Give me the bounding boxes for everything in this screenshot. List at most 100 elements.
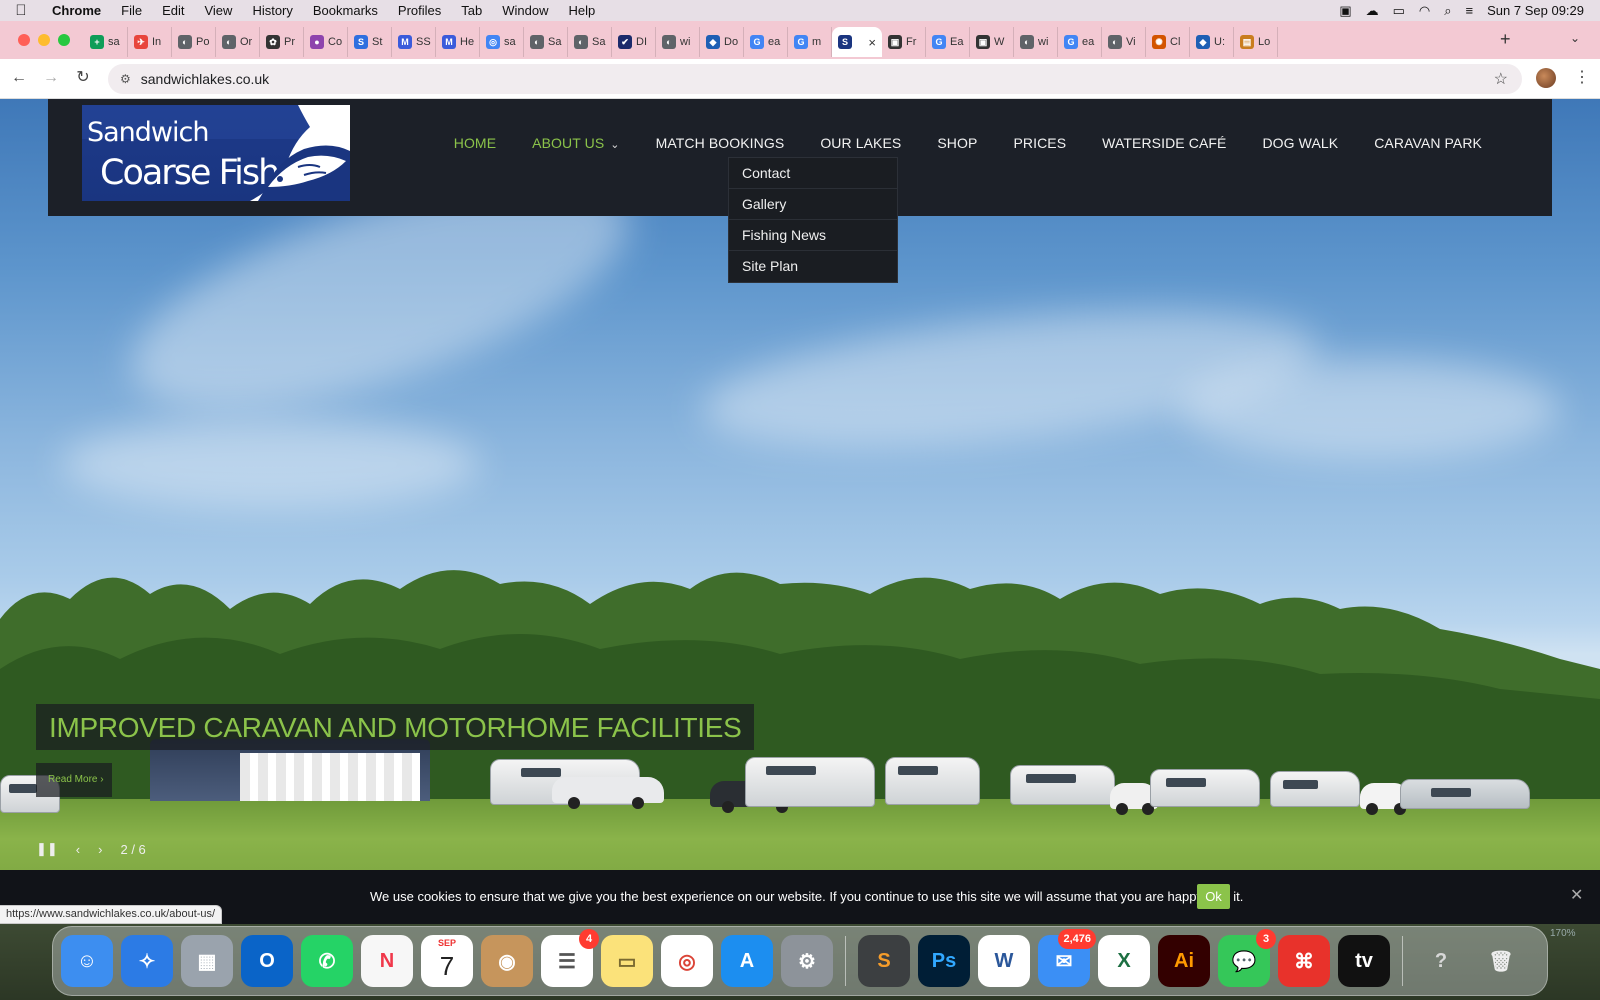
nav-about-us[interactable]: ABOUT US ⌄ — [514, 135, 637, 151]
menubar-window[interactable]: Window — [492, 3, 558, 18]
browser-tab[interactable]: ◐ wi — [656, 27, 700, 57]
menubar-file[interactable]: File — [111, 3, 152, 18]
dock-word-icon[interactable]: W — [978, 935, 1030, 987]
dock-reminders-icon[interactable]: ☰ 4 — [541, 929, 599, 987]
back-arrow-icon[interactable]: ← — [8, 67, 30, 89]
browser-tab[interactable]: ✺ Cl — [1146, 27, 1190, 57]
browser-tab[interactable]: ◐ Or — [216, 27, 260, 57]
browser-tab[interactable]: Gea — [1058, 27, 1102, 57]
dock-contacts-icon[interactable]: ◉ — [481, 935, 533, 987]
reload-icon[interactable]: ↻ — [72, 67, 94, 89]
browser-tab[interactable]: ◎ sa — [480, 27, 524, 57]
address-bar[interactable]: ⚙ sandwichlakes.co.uk ☆ — [108, 64, 1522, 94]
dock-app-store-icon[interactable]: A — [721, 935, 773, 987]
menubar-edit[interactable]: Edit — [152, 3, 194, 18]
menubar-help[interactable]: Help — [559, 3, 606, 18]
site-info-icon[interactable]: ⚙ — [120, 72, 131, 86]
nav-home[interactable]: HOME — [436, 135, 514, 151]
pause-icon[interactable]: ❚❚ — [36, 841, 58, 857]
menubar-profiles[interactable]: Profiles — [388, 3, 451, 18]
apple-menu-icon[interactable]:  — [0, 2, 42, 19]
nav-prices[interactable]: PRICES — [995, 135, 1084, 151]
creative-cloud-icon[interactable]: ☁ — [1366, 3, 1379, 19]
next-slide-icon[interactable]: › — [98, 842, 102, 857]
profile-avatar[interactable] — [1536, 68, 1556, 88]
menubar-tab[interactable]: Tab — [451, 3, 492, 18]
browser-tab[interactable]: G Ea — [926, 27, 970, 57]
dock-whatsapp-icon[interactable]: ✆ — [301, 935, 353, 987]
dropdown-fishing-news[interactable]: Fishing News — [729, 220, 897, 251]
menubar-bookmarks[interactable]: Bookmarks — [303, 3, 388, 18]
browser-tab[interactable]: ✿ Pr — [260, 27, 304, 57]
nav-shop[interactable]: SHOP — [919, 135, 995, 151]
nav-caravan-park[interactable]: CARAVAN PARK — [1356, 135, 1500, 151]
outlook-status-icon[interactable]: ▣ — [1339, 3, 1351, 19]
read-more-link[interactable]: Read More › — [36, 763, 112, 797]
site-logo[interactable]: Sandwich Coarse Fishery — [82, 105, 350, 201]
browser-tab[interactable]: ✔ DI — [612, 27, 656, 57]
browser-tab[interactable]: ▤ Lo — [1234, 27, 1278, 57]
battery-icon[interactable]: ▭ — [1393, 3, 1405, 19]
browser-tab[interactable]: ▣ W — [970, 27, 1014, 57]
browser-tab[interactable]: ◐ Sa — [524, 27, 568, 57]
dropdown-contact[interactable]: Contact — [729, 158, 897, 189]
dock-safari-icon[interactable]: ✧ — [121, 935, 173, 987]
dock-calendar-icon[interactable]: SEP 7 — [421, 935, 473, 987]
dock-excel-icon[interactable]: X — [1098, 935, 1150, 987]
cookie-ok-button[interactable]: Ok — [1197, 884, 1230, 909]
more-menu-icon[interactable]: ⋮ — [1574, 67, 1590, 87]
prev-slide-icon[interactable]: ‹ — [76, 842, 80, 857]
browser-tab[interactable]: ● Co — [304, 27, 348, 57]
dock-mail-icon[interactable]: ✉ 2,476 — [1038, 929, 1096, 987]
forward-arrow-icon[interactable]: → — [40, 67, 62, 89]
menubar-view[interactable]: View — [194, 3, 242, 18]
menubar-clock[interactable]: Sun 7 Sep 09:29 — [1487, 3, 1584, 18]
dock-help-icon[interactable]: ? — [1415, 935, 1467, 987]
dropdown-gallery[interactable]: Gallery — [729, 189, 897, 220]
dock-photoshop-icon[interactable]: Ps — [918, 935, 970, 987]
dock-trash-icon[interactable]: 🗑 — [1475, 935, 1527, 987]
new-tab-plus-icon[interactable]: + — [1500, 29, 1511, 50]
tab-close-icon[interactable]: × — [868, 35, 876, 50]
address-url[interactable]: sandwichlakes.co.uk — [141, 71, 269, 87]
dock-outlook-icon[interactable]: O — [241, 935, 293, 987]
dock-sublime-icon[interactable]: S — [858, 935, 910, 987]
dock-launchpad-icon[interactable]: ▦ — [181, 935, 233, 987]
browser-tab[interactable]: ✈ In — [128, 27, 172, 57]
browser-tab[interactable]: S St — [348, 27, 392, 57]
dock-news-icon[interactable]: N — [361, 935, 413, 987]
dock-finder-icon[interactable]: ☺ — [61, 935, 113, 987]
dock-chrome-icon[interactable]: ◎ — [661, 935, 713, 987]
browser-tab[interactable]: ◐ Sa — [568, 27, 612, 57]
wifi-icon[interactable]: ◠ — [1419, 3, 1430, 19]
tab-search-chevron-icon[interactable]: ⌄ — [1570, 31, 1580, 45]
browser-tab[interactable]: Gm — [788, 27, 832, 57]
menubar-history[interactable]: History — [242, 3, 302, 18]
close-window-button[interactable] — [18, 34, 30, 46]
browser-tab[interactable]: ▣ Fr — [882, 27, 926, 57]
nav-match-bookings[interactable]: MATCH BOOKINGS — [638, 135, 803, 151]
nav-our-lakes[interactable]: OUR LAKES — [802, 135, 919, 151]
browser-tab[interactable]: ◐ wi — [1014, 27, 1058, 57]
minimize-window-button[interactable] — [38, 34, 50, 46]
control-center-icon[interactable]: ≡ — [1466, 3, 1474, 18]
zoom-window-button[interactable] — [58, 34, 70, 46]
browser-tab[interactable]: M SS — [392, 27, 436, 57]
dropdown-site-plan[interactable]: Site Plan — [729, 251, 897, 282]
dock-system-settings-icon[interactable]: ⚙ — [781, 935, 833, 987]
browser-tab-active[interactable]: S × — [832, 27, 882, 57]
nav-waterside-cafe[interactable]: WATERSIDE CAFÉ — [1084, 135, 1244, 151]
close-icon[interactable]: ✕ — [1570, 885, 1583, 905]
dock-notes-icon[interactable]: ▭ — [601, 935, 653, 987]
browser-tab[interactable]: ◆ Do — [700, 27, 744, 57]
browser-tab[interactable]: M He — [436, 27, 480, 57]
dock-apple-tv-icon[interactable]: tv — [1338, 935, 1390, 987]
spotlight-search-icon[interactable]: ⌕ — [1444, 3, 1451, 19]
bookmark-star-icon[interactable]: ☆ — [1494, 69, 1508, 89]
browser-tab[interactable]: ◐ Vi — [1102, 27, 1146, 57]
browser-tab[interactable]: Gea — [744, 27, 788, 57]
menubar-app-name[interactable]: Chrome — [42, 3, 111, 18]
dock-illustrator-icon[interactable]: Ai — [1158, 935, 1210, 987]
dock-acrobat-icon[interactable]: ⌘ — [1278, 935, 1330, 987]
browser-tab[interactable]: ◆ U: — [1190, 27, 1234, 57]
